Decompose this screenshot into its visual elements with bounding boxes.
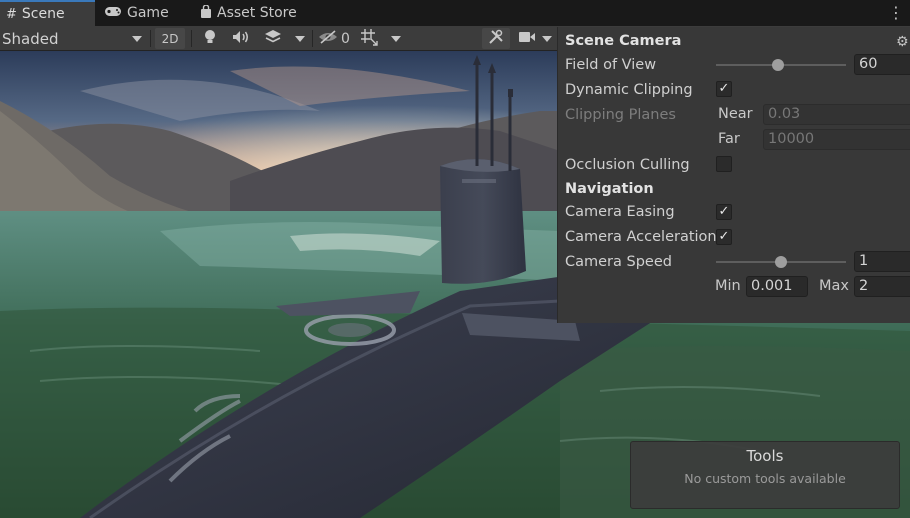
camera-speed-min-label: Min	[715, 278, 741, 294]
lightbulb-icon	[204, 29, 216, 49]
camera-speed-slider-thumb[interactable]	[775, 256, 787, 268]
video-camera-icon	[518, 31, 536, 47]
occlusion-culling-label: Occlusion Culling	[565, 157, 690, 173]
editor-tab-bar: # Scene Game Asset Store ⋮	[0, 0, 910, 26]
camera-acceleration-checkbox[interactable]: ✓	[716, 229, 732, 245]
camera-easing-checkbox[interactable]: ✓	[716, 204, 732, 220]
gamepad-icon	[104, 5, 122, 21]
tools-overlay-toggle[interactable]	[482, 28, 510, 49]
tab-asset-store[interactable]: Asset Store	[194, 0, 314, 26]
camera-speed-input[interactable]: 1	[854, 251, 910, 272]
lighting-toggle-button[interactable]	[198, 28, 222, 49]
layers-effects-icon	[264, 29, 282, 49]
field-of-view-slider-thumb[interactable]	[772, 59, 785, 71]
speaker-icon	[232, 30, 250, 48]
camera-acceleration-label: Camera Acceleration	[565, 229, 717, 245]
scene-camera-overlay: Scene Camera ⚙ Field of View 60 Dynamic …	[557, 27, 910, 323]
chevron-down-icon	[391, 35, 401, 42]
tools-overlay-message: No custom tools available	[684, 471, 846, 486]
gear-icon[interactable]: ⚙	[896, 35, 910, 49]
chevron-down-icon	[295, 35, 305, 42]
tools-overlay[interactable]: Tools No custom tools available	[630, 441, 900, 509]
field-of-view-label: Field of View	[565, 57, 657, 73]
effects-dropdown[interactable]	[291, 28, 309, 49]
tab-game-label: Game	[127, 5, 169, 21]
shading-mode-value: Shaded	[2, 29, 59, 48]
clipping-planes-label: Clipping Planes	[565, 107, 676, 123]
camera-easing-label: Camera Easing	[565, 204, 675, 220]
effects-toggle-button[interactable]	[260, 28, 286, 49]
eye-hidden-icon	[318, 29, 338, 48]
toolbar-divider	[191, 30, 192, 47]
scene-camera-button[interactable]	[514, 28, 540, 49]
far-clip-input[interactable]: 10000	[763, 129, 910, 150]
scene-camera-title: Scene Camera	[565, 33, 682, 49]
dynamic-clipping-checkbox[interactable]: ✓	[716, 81, 732, 97]
audio-toggle-button[interactable]	[228, 28, 254, 49]
hash-grid-icon: #	[6, 6, 17, 22]
field-of-view-input[interactable]: 60	[854, 54, 910, 75]
tab-scene-label: Scene	[21, 6, 65, 22]
tools-overlay-title: Tools	[746, 447, 784, 465]
grid-dropdown[interactable]	[387, 28, 405, 49]
camera-speed-min-input[interactable]: 0.001	[746, 276, 808, 297]
grid-snap-toggle[interactable]	[356, 28, 382, 49]
navigation-title: Navigation	[565, 181, 654, 197]
far-label: Far	[718, 131, 740, 147]
tab-asset-store-label: Asset Store	[217, 5, 297, 21]
tools-wrench-icon	[488, 29, 504, 49]
scene-visibility-toggle[interactable]: 0	[316, 28, 352, 49]
shopping-bag-icon	[200, 3, 212, 22]
toolbar-divider	[150, 30, 151, 47]
dynamic-clipping-label: Dynamic Clipping	[565, 82, 693, 98]
camera-speed-max-input[interactable]: 2	[854, 276, 910, 297]
tab-scene[interactable]: # Scene	[0, 0, 95, 26]
shading-mode-dropdown[interactable]: Shaded	[0, 28, 148, 49]
toggle-2d-button[interactable]: 2D	[155, 28, 185, 49]
kebab-menu-icon[interactable]: ⋮	[888, 3, 904, 23]
camera-speed-label: Camera Speed	[565, 254, 672, 270]
near-label: Near	[718, 106, 753, 122]
grid-snap-icon	[360, 28, 378, 50]
near-clip-input[interactable]: 0.03	[763, 104, 910, 125]
occlusion-culling-checkbox[interactable]	[716, 156, 732, 172]
camera-speed-max-label: Max	[819, 278, 849, 294]
toolbar-divider	[312, 30, 313, 47]
chevron-down-icon	[132, 35, 142, 42]
camera-dropdown[interactable]	[539, 28, 555, 49]
tab-game[interactable]: Game	[98, 0, 190, 26]
hidden-objects-count: 0	[341, 30, 350, 47]
chevron-down-icon	[542, 35, 552, 42]
